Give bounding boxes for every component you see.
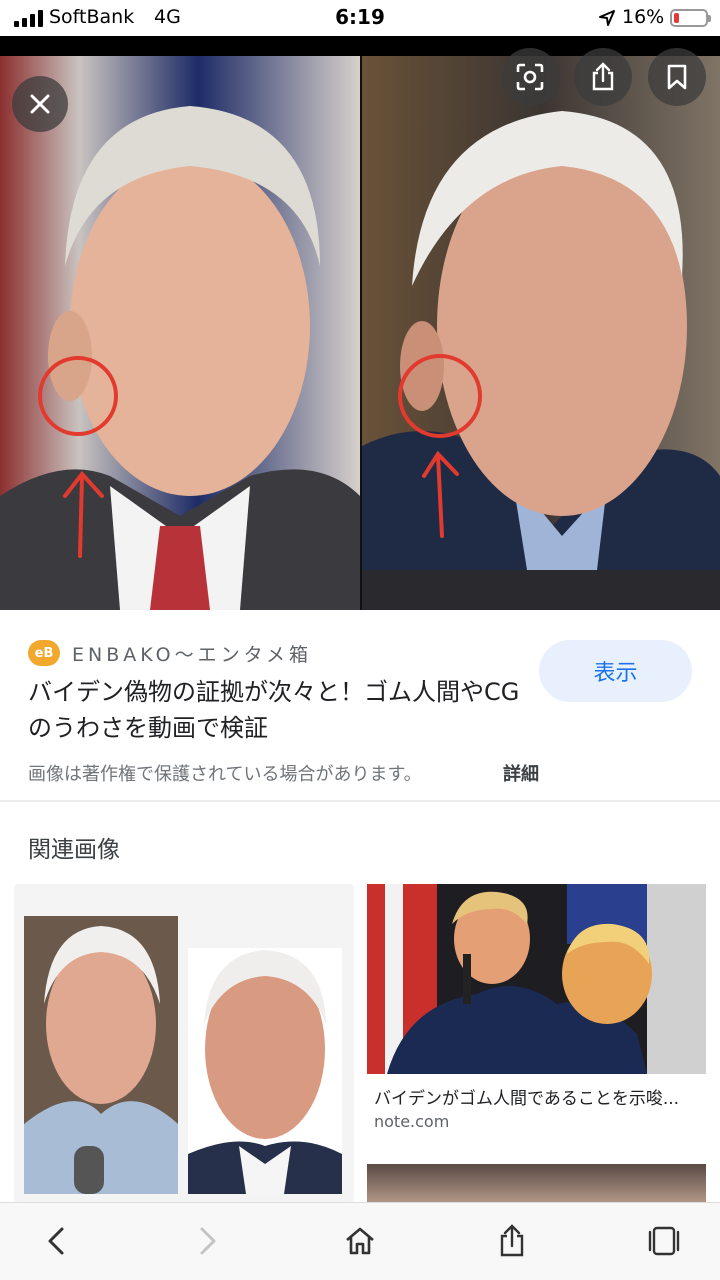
share-icon: [592, 62, 614, 91]
close-icon: [30, 94, 50, 114]
preview-image-right: [362, 56, 720, 610]
site-logo: eB: [28, 640, 60, 666]
site-name[interactable]: ENBAKO〜エンタメ箱: [72, 640, 312, 667]
related-image-2-caption[interactable]: バイデンがゴム人間であることを示唆...: [374, 1084, 704, 1109]
related-image-2[interactable]: [367, 884, 706, 1074]
chevron-left-icon: [48, 1227, 64, 1255]
source-title[interactable]: バイデン偽物の証拠が次々と！ゴム人間やCGのうわさを動画で検証: [28, 674, 528, 746]
back-button[interactable]: [34, 1219, 78, 1263]
status-bar: SoftBank 4G 6:19 16%: [0, 0, 720, 36]
share-icon: [500, 1224, 524, 1257]
battery-icon: [670, 9, 711, 27]
related-image-2-domain: note.com: [374, 1112, 450, 1131]
battery-percent: 16%: [622, 6, 665, 28]
forward-button[interactable]: [186, 1219, 230, 1263]
related-image-1[interactable]: [14, 884, 354, 1202]
share-button[interactable]: [574, 48, 632, 106]
preview-image-left: [0, 56, 360, 610]
details-link[interactable]: 詳細: [503, 760, 539, 786]
location-arrow-icon: [599, 10, 615, 26]
lens-button[interactable]: [501, 48, 559, 106]
view-button[interactable]: 表示: [539, 640, 692, 702]
chevron-right-icon: [200, 1227, 216, 1255]
bookmark-button[interactable]: [648, 48, 706, 106]
battery-level-fill: [674, 13, 679, 23]
image-source-panel: eB ENBAKO〜エンタメ箱 バイデン偽物の証拠が次々と！ゴム人間やCGのうわ…: [0, 610, 720, 800]
share-page-button[interactable]: [490, 1219, 534, 1263]
home-icon: [346, 1227, 374, 1255]
bookmark-icon: [667, 64, 687, 90]
image-viewer[interactable]: [0, 36, 720, 610]
tabs-icon: [648, 1226, 680, 1256]
related-image-3[interactable]: [367, 1164, 706, 1204]
home-button[interactable]: [338, 1219, 382, 1263]
browser-toolbar: [0, 1202, 720, 1280]
related-images-heading: 関連画像: [28, 837, 120, 863]
tabs-button[interactable]: [642, 1219, 686, 1263]
copyright-notice: 画像は著作権で保護されている場合があります。: [28, 764, 422, 785]
lens-icon: [516, 63, 544, 91]
divider: [0, 800, 720, 802]
close-button[interactable]: [12, 76, 68, 132]
